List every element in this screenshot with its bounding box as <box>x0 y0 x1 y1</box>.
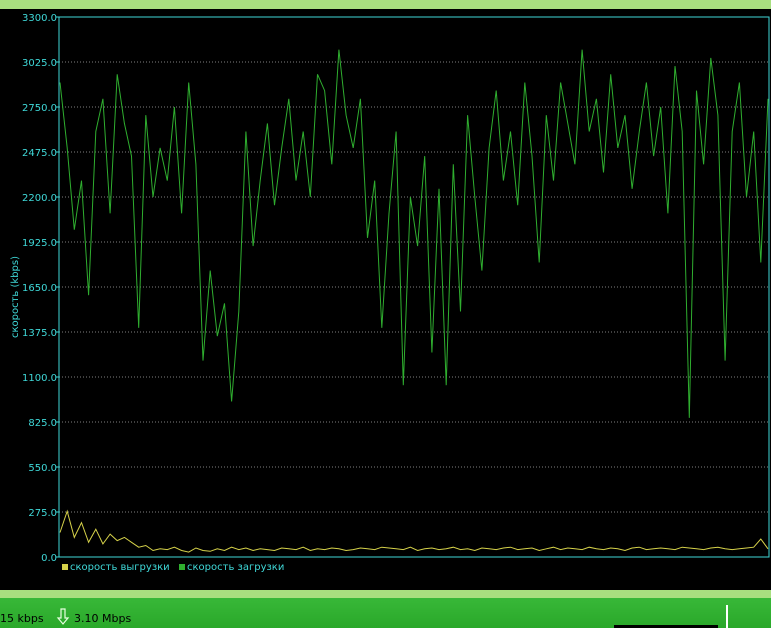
y-tick-label: 550.0 <box>28 463 57 474</box>
y-tick-label: 2750.0 <box>22 103 57 114</box>
y-axis-ticks: 0.0 275.0 550.0 825.0 1100.0 1375.0 1650.0 1925… <box>22 13 59 564</box>
legend: скорость выгрузки скорость загрузки <box>62 562 284 573</box>
upload-speed-value: 15 kbps <box>0 612 44 625</box>
speed-chart: 0.0 275.0 550.0 825.0 1100.0 1375.0 1650.0 1925… <box>10 13 770 573</box>
legend-swatch-download <box>179 564 185 570</box>
status-bar: 15 kbps 3.10 Mbps <box>0 598 771 628</box>
y-tick-label: 2475.0 <box>22 148 57 159</box>
status-divider <box>726 605 728 628</box>
y-tick-label: 0.0 <box>41 553 57 564</box>
y-tick-label: 1650.0 <box>22 283 57 294</box>
speed-monitor-window: 0.0 275.0 550.0 825.0 1100.0 1375.0 1650.0 1925… <box>0 0 771 628</box>
y-tick-label: 1100.0 <box>22 373 57 384</box>
series-lines <box>59 49 769 553</box>
y-tick-label: 3025.0 <box>22 58 57 69</box>
y-axis-label: скорость (kbps) <box>10 256 21 338</box>
download-speed-line <box>59 49 769 418</box>
legend-label-upload: скорость выгрузки <box>70 562 170 573</box>
y-tick-label: 3300.0 <box>22 13 57 24</box>
y-tick-label: 275.0 <box>28 508 57 519</box>
download-speed-value: 3.10 Mbps <box>74 612 132 625</box>
y-tick-label: 825.0 <box>28 418 57 429</box>
top-separator <box>0 0 771 9</box>
legend-label-download: скорость загрузки <box>187 562 284 573</box>
y-tick-label: 2200.0 <box>22 193 57 204</box>
arrow-down-icon <box>56 608 70 626</box>
y-tick-label: 1925.0 <box>22 238 57 249</box>
y-tick-label: 1375.0 <box>22 328 57 339</box>
upload-speed-line <box>59 509 769 553</box>
speed-chart-panel: 0.0 275.0 550.0 825.0 1100.0 1375.0 1650.0 1925… <box>0 9 771 590</box>
legend-swatch-upload <box>62 564 68 570</box>
bottom-separator <box>0 590 771 598</box>
